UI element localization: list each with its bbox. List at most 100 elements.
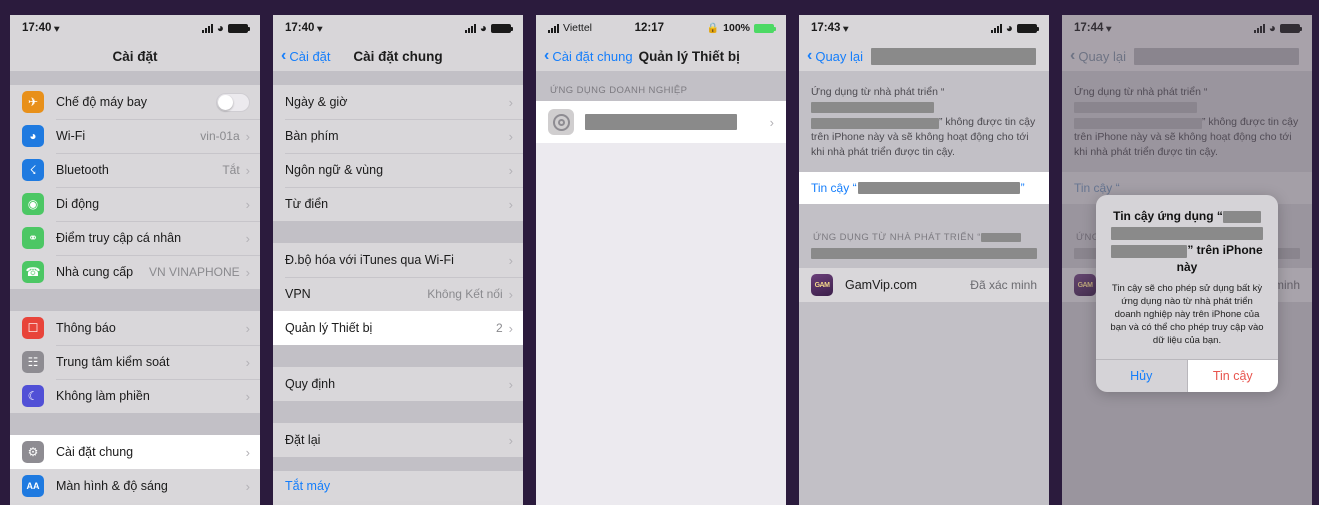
trust-button[interactable]: Tin cậy xyxy=(1186,360,1278,393)
chevron-right-icon: › xyxy=(245,354,250,370)
back-button[interactable]: ‹ Cài đặt chung xyxy=(544,48,633,64)
chevron-right-icon: › xyxy=(508,286,513,302)
settings-row-hotspot[interactable]: ⚭ Điểm truy cập cá nhân › xyxy=(10,221,260,255)
settings-group-connectivity: ✈ Chế độ máy bay ◕ Wi-Fi vin-01a › ☇ Blu… xyxy=(10,85,260,289)
settings-row-date-time[interactable]: Ngày & giờ › xyxy=(273,85,523,119)
row-value: VN VINAPHONE xyxy=(148,265,240,279)
status-right: 🔒 100% xyxy=(707,22,776,34)
back-button[interactable]: ‹ Quay lại xyxy=(1070,48,1126,64)
row-label: Chế độ máy bay xyxy=(56,95,148,109)
device-management-list[interactable]: ỨNG DỤNG DOANH NGHIỆP › xyxy=(536,71,786,505)
airplane-mode-toggle[interactable] xyxy=(216,92,250,112)
status-bar: 17:44 ◕ xyxy=(1062,15,1312,41)
section-header-line2 xyxy=(799,245,1049,268)
general-group-4: Đặt lại › xyxy=(273,423,523,457)
general-group-1: Ngày & giờ › Bàn phím › Ngôn ngữ & vùng … xyxy=(273,85,523,221)
settings-row-regulatory[interactable]: Quy định › xyxy=(273,367,523,401)
cancel-button[interactable]: Hủy xyxy=(1096,360,1187,392)
settings-list[interactable]: ✈ Chế độ máy bay ◕ Wi-Fi vin-01a › ☇ Blu… xyxy=(10,71,260,505)
phone-icon: ☎ xyxy=(22,261,44,283)
general-group-2: Đ.bộ hóa với iTunes qua Wi-Fi › VPN Khôn… xyxy=(273,243,523,345)
settings-row-do-not-disturb[interactable]: ☾ Không làm phiền › xyxy=(10,379,260,413)
chevron-left-icon: ‹ xyxy=(281,47,287,64)
settings-row-display-brightness[interactable]: AA Màn hình & độ sáng › xyxy=(10,469,260,503)
redacted-developer-name-2 xyxy=(811,117,939,129)
battery-icon xyxy=(1017,23,1039,33)
settings-row-itunes-wifi-sync[interactable]: Đ.bộ hóa với iTunes qua Wi-Fi › xyxy=(273,243,523,277)
trust-label-suffix: ” xyxy=(1020,181,1025,195)
status-time: 17:40 xyxy=(22,22,52,34)
status-time: 17:40 xyxy=(285,22,315,34)
settings-row-carrier[interactable]: ☎ Nhà cung cấp VN VINAPHONE › xyxy=(10,255,260,289)
screenshot-strip: 17:40 ◕ Cài đặt ✈ Chế độ máy bay ◕ Wi-Fi… xyxy=(0,0,1319,505)
shutdown-button[interactable]: Tắt máy xyxy=(273,471,523,501)
section-header: ỨNG DỤNG DOANH NGHIỆP xyxy=(536,71,786,101)
settings-row-device-management[interactable]: Quản lý Thiết bị 2 › xyxy=(273,311,523,345)
back-button[interactable]: ‹ Cài đặt xyxy=(281,48,331,64)
developer-detail-content[interactable]: Ứng dụng từ nhà phát triển “” không được… xyxy=(799,71,1049,505)
nav-bar: ‹ Cài đặt chung Quản lý Thiết bị xyxy=(536,41,786,71)
settings-row-airplane-mode[interactable]: ✈ Chế độ máy bay xyxy=(10,85,260,119)
battery-icon xyxy=(1280,23,1302,33)
status-right: ◕ xyxy=(201,21,250,35)
settings-row-wifi[interactable]: ◕ Wi-Fi vin-01a › xyxy=(10,119,260,153)
nav-bar: ‹ Quay lại xyxy=(799,41,1049,71)
phone-panel-trust-dialog: 17:44 ◕ ‹ Quay lại Ứng dụng từ nhà phát … xyxy=(1062,15,1312,505)
redacted-app-name-1 xyxy=(1222,210,1261,223)
chevron-right-icon: › xyxy=(508,320,513,336)
app-row[interactable]: GAM GamVip.com Đã xác minh xyxy=(799,268,1049,302)
paragraph-prefix: Ứng dụng từ nhà phát triển “ xyxy=(811,86,945,98)
settings-row-control-center[interactable]: ☷ Trung tâm kiểm soát › xyxy=(10,345,260,379)
settings-row-language-region[interactable]: Ngôn ngữ & vùng › xyxy=(273,153,523,187)
status-bar: 17:40 ◕ xyxy=(10,15,260,41)
general-settings-list[interactable]: Ngày & giờ › Bàn phím › Ngôn ngữ & vùng … xyxy=(273,71,523,505)
location-arrow-icon xyxy=(54,24,62,32)
redacted-header-name xyxy=(980,232,1021,242)
settings-row-notifications[interactable]: ☐ Thông báo › xyxy=(10,311,260,345)
row-label: VPN xyxy=(285,287,311,301)
battery-icon xyxy=(754,23,776,33)
dialog-title-prefix: Tin cậy ứng dụng “ xyxy=(1113,209,1223,223)
back-label: Quay lại xyxy=(1078,48,1127,64)
chevron-left-icon: ‹ xyxy=(544,47,550,64)
app-verified-status: Đã xác minh xyxy=(970,278,1037,292)
settings-row-dictionary[interactable]: Từ điển › xyxy=(273,187,523,221)
settings-row-reset[interactable]: Đặt lại › xyxy=(273,423,523,457)
wifi-icon: ◕ xyxy=(1005,21,1013,35)
status-bar: 17:40 ◕ xyxy=(273,15,523,41)
chevron-right-icon: › xyxy=(508,196,513,212)
list-spacer xyxy=(10,289,260,311)
chevron-right-icon: › xyxy=(245,478,250,494)
trust-label: Tin cậy “ xyxy=(811,181,857,195)
wifi-icon: ◕ xyxy=(216,21,224,35)
redacted-profile-name xyxy=(585,114,737,130)
signal-bars-icon xyxy=(990,23,1002,33)
row-label: Quy định xyxy=(285,377,336,391)
dialog-buttons: Hủy Tin cậy xyxy=(1096,359,1278,393)
trust-developer-button[interactable]: Tin cậy “ ” xyxy=(799,172,1049,204)
settings-row-cellular[interactable]: ◉ Di động › xyxy=(10,187,260,221)
row-label: Bàn phím xyxy=(285,129,339,143)
row-label: Màn hình & độ sáng xyxy=(56,479,168,493)
settings-row-bluetooth[interactable]: ☇ Bluetooth Tắt › xyxy=(10,153,260,187)
mdm-profile-icon xyxy=(548,109,574,135)
settings-row-keyboard[interactable]: Bàn phím › xyxy=(273,119,523,153)
wifi-icon: ◕ xyxy=(479,21,487,35)
settings-row-vpn[interactable]: VPN Không Kết nối › xyxy=(273,277,523,311)
location-arrow-icon xyxy=(317,24,325,32)
redacted-page-title xyxy=(1134,47,1300,65)
back-button[interactable]: ‹ Quay lại xyxy=(807,48,863,64)
phone-panel-developer-detail: 17:43 ◕ ‹ Quay lại Ứng dụng từ nhà phát … xyxy=(799,15,1049,505)
mdm-profile-row[interactable]: › xyxy=(536,101,786,143)
redacted-app-name-3 xyxy=(1111,244,1188,258)
airplane-icon: ✈ xyxy=(22,91,44,113)
cellular-icon: ◉ xyxy=(22,193,44,215)
paragraph-prefix: Ứng dụng từ nhà phát triển “ xyxy=(1074,86,1208,98)
phone-panel-general-settings: 17:40 ◕ ‹ Cài đặt Cài đặt chung Ngày & g… xyxy=(273,15,523,505)
redacted-developer-name-2 xyxy=(1074,117,1202,129)
settings-row-general[interactable]: ⚙ Cài đặt chung › xyxy=(10,435,260,469)
phone-panel-settings-root: 17:40 ◕ Cài đặt ✈ Chế độ máy bay ◕ Wi-Fi… xyxy=(10,15,260,505)
status-left: 17:44 xyxy=(1074,22,1114,34)
list-spacer xyxy=(10,71,260,85)
status-bar: 17:43 ◕ xyxy=(799,15,1049,41)
